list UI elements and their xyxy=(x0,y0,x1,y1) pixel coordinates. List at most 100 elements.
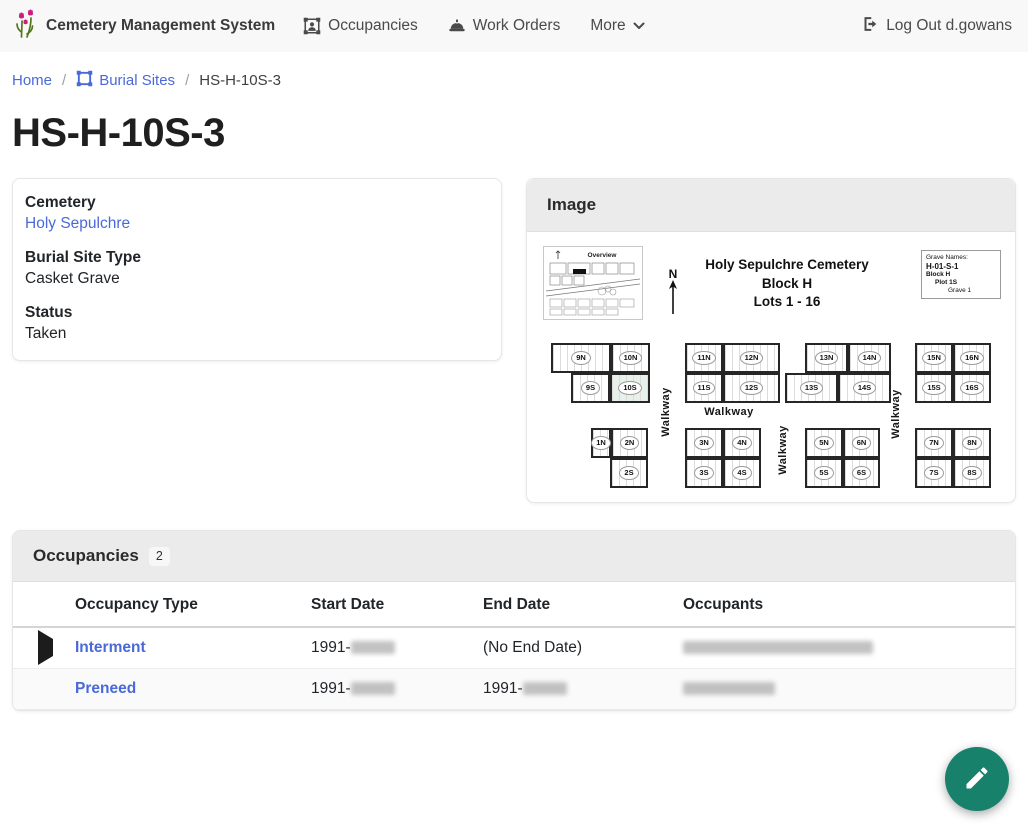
nav-item-work-orders[interactable]: Work Orders xyxy=(448,17,561,35)
map-lot-2s: 2S xyxy=(610,458,648,488)
breadcrumb-burial-sites[interactable]: Burial Sites xyxy=(76,70,175,91)
map-title-line3: Lots 1 - 16 xyxy=(671,293,903,312)
map-lot-13n: 13N xyxy=(805,343,848,373)
walkway-label: Walkway xyxy=(777,415,789,485)
table-header-row: Occupancy Type Start Date End Date Occup… xyxy=(13,582,1015,627)
occupancies-count-badge: 2 xyxy=(149,547,170,566)
nav-item-occupancies[interactable]: Occupancies xyxy=(303,17,418,35)
portrait-frame-icon xyxy=(303,17,321,35)
logout-label: Log Out d.gowans xyxy=(886,17,1012,35)
map-lot-14n: 14N xyxy=(848,343,891,373)
occupancy-row-interment: Interment 1991- (No End Date) xyxy=(13,627,1015,668)
map-title-line1: Holy Sepulchre Cemetery xyxy=(671,256,903,275)
image-card: Image Overview xyxy=(526,178,1016,503)
legend-line1: Grave Names: xyxy=(926,254,996,262)
tulip-logo-icon xyxy=(14,9,38,44)
occupancies-title: Occupancies xyxy=(33,546,139,566)
burial-site-type-label: Burial Site Type xyxy=(25,249,489,267)
nav-label-more: More xyxy=(590,17,625,35)
nav-item-more[interactable]: More xyxy=(590,17,644,35)
logout-button[interactable]: Log Out d.gowans xyxy=(861,15,1012,38)
map-lot-2n: 2N xyxy=(611,428,648,458)
redacted-occupants xyxy=(683,682,775,695)
overview-map-thumbnail: Overview xyxy=(543,246,643,320)
preneed-link[interactable]: Preneed xyxy=(75,680,136,697)
walkway-label: Walkway xyxy=(890,379,902,449)
app-brand[interactable]: Cemetery Management System xyxy=(14,9,275,44)
image-card-body: Overview xyxy=(527,232,1015,502)
app-title: Cemetery Management System xyxy=(46,17,275,35)
end-date-prefix: 1991- xyxy=(483,680,523,697)
plot-frame-icon xyxy=(76,70,93,91)
status-value: Taken xyxy=(25,325,489,343)
svg-text:Overview: Overview xyxy=(588,252,618,259)
start-date-prefix: 1991- xyxy=(311,680,351,697)
breadcrumb: Home / Burial Sites / HS-H-10S-3 xyxy=(0,52,1028,95)
map-title-line2: Block H xyxy=(671,275,903,294)
map-lot-9n: 9N xyxy=(551,343,611,373)
nav-label-occupancies: Occupancies xyxy=(328,17,418,35)
map-lot-5s: 5S xyxy=(805,458,843,488)
legend-line3: Block H xyxy=(926,271,996,279)
map-lot-4n: 4N xyxy=(723,428,761,458)
cemetery-label: Cemetery xyxy=(25,194,489,212)
grave-names-legend: Grave Names: H-01-S-1 Block H Plot 1S Gr… xyxy=(921,250,1001,299)
legend-line4: Plot 1S xyxy=(926,279,996,287)
plot-map-image: Overview xyxy=(539,242,1005,490)
redacted-end-date xyxy=(523,682,567,695)
legend-line2: H-01-S-1 xyxy=(926,262,996,271)
map-lot-7n: 7N xyxy=(915,428,953,458)
walkway-label: Walkway xyxy=(660,377,672,447)
map-lot-14s: 14S xyxy=(838,373,891,403)
map-lot-3s: 3S xyxy=(685,458,723,488)
column-header-start-date: Start Date xyxy=(311,582,483,627)
map-lot-11n: 11N xyxy=(685,343,723,373)
map-lot-4s: 4S xyxy=(723,458,761,488)
map-lot-12n: 12N xyxy=(723,343,780,373)
redacted-start-date xyxy=(351,682,395,695)
play-icon xyxy=(38,630,53,665)
walkway-label: Walkway xyxy=(694,406,764,418)
map-lot-9s: 9S xyxy=(571,373,610,403)
breadcrumb-home[interactable]: Home xyxy=(12,72,52,89)
nav-label-work-orders: Work Orders xyxy=(473,17,561,35)
legend-line5: Grave 1 xyxy=(926,287,996,295)
map-lot-10s: 10S xyxy=(610,373,650,403)
map-lot-8s: 8S xyxy=(953,458,991,488)
chevron-down-icon xyxy=(633,22,645,30)
occupancy-row-preneed: Preneed 1991- 1991- xyxy=(13,668,1015,709)
map-lot-16s: 16S xyxy=(953,373,991,403)
map-lot-5n: 5N xyxy=(805,428,843,458)
map-lot-6n: 6N xyxy=(843,428,880,458)
map-lot-12s: 12S xyxy=(723,373,780,403)
breadcrumb-separator: / xyxy=(185,72,189,89)
column-header-occupancy-type: Occupancy Type xyxy=(75,582,311,627)
column-header-end-date: End Date xyxy=(483,582,683,627)
map-lot-8n: 8N xyxy=(953,428,991,458)
map-lot-3n: 3N xyxy=(685,428,723,458)
breadcrumb-burial-sites-label: Burial Sites xyxy=(99,72,175,89)
occupancies-header: Occupancies 2 xyxy=(13,531,1015,582)
map-title: Holy Sepulchre Cemetery Block H Lots 1 -… xyxy=(671,256,903,312)
pencil-icon xyxy=(963,764,991,795)
edit-fab-button[interactable] xyxy=(945,747,1009,811)
occupancies-card: Occupancies 2 Occupancy Type Start Date … xyxy=(12,530,1016,711)
redacted-occupants xyxy=(683,641,873,654)
hard-hat-icon xyxy=(448,17,466,35)
top-navbar: Cemetery Management System Occupancies xyxy=(0,0,1028,52)
breadcrumb-separator: / xyxy=(62,72,66,89)
map-lot-13s: 13S xyxy=(785,373,838,403)
map-lot-16n: 16N xyxy=(953,343,991,373)
status-label: Status xyxy=(25,304,489,322)
map-lot-11s: 11S xyxy=(685,373,723,403)
occupancies-table: Occupancy Type Start Date End Date Occup… xyxy=(13,582,1015,710)
cemetery-link[interactable]: Holy Sepulchre xyxy=(25,215,130,232)
nav-items: Occupancies Work Orders More xyxy=(303,17,645,35)
map-lot-6s: 6S xyxy=(843,458,880,488)
map-lot-10n: 10N xyxy=(611,343,650,373)
cards-row: Cemetery Holy Sepulchre Burial Site Type… xyxy=(12,178,1016,503)
image-card-header: Image xyxy=(527,179,1015,232)
interment-link[interactable]: Interment xyxy=(75,639,146,656)
column-header-occupants: Occupants xyxy=(683,582,1015,627)
page-title: HS-H-10S-3 xyxy=(12,111,1016,156)
